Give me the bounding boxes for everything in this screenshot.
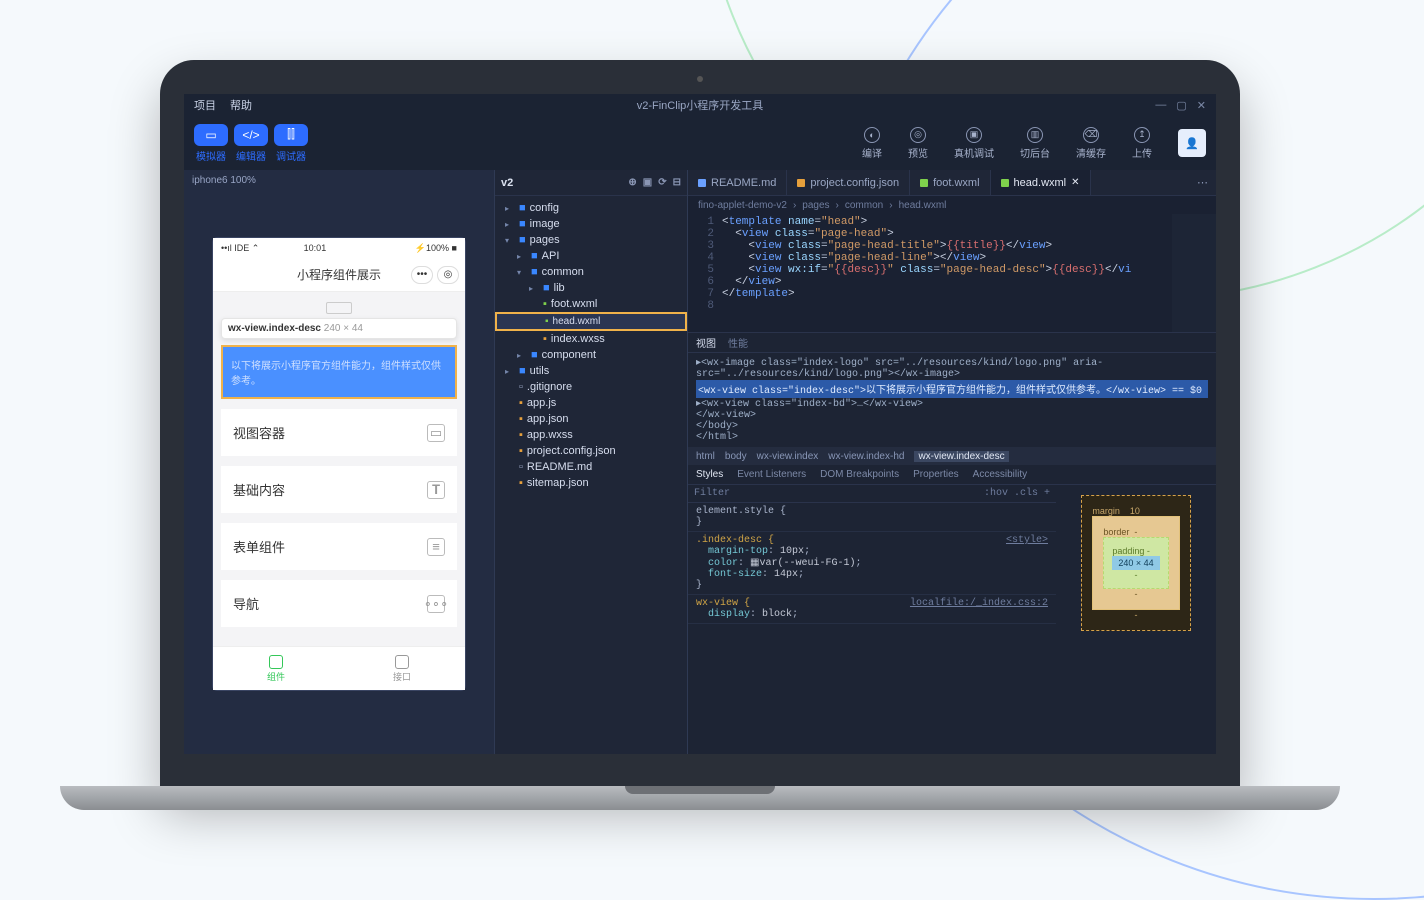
action-compile[interactable]: ◐编译 bbox=[862, 127, 882, 160]
dom-crumb[interactable]: wx-view.index bbox=[757, 451, 819, 462]
add-rule-icon[interactable]: + bbox=[1044, 488, 1050, 499]
menubar: 项目 帮助 v2-FinClip小程序开发工具 — ▢ ✕ bbox=[184, 94, 1216, 116]
explorer-root: v2 bbox=[501, 177, 513, 189]
tree-node[interactable]: ▾■ pages bbox=[495, 232, 687, 248]
editor-tab[interactable]: foot.wxml bbox=[910, 170, 990, 195]
dom-crumb[interactable]: body bbox=[725, 451, 747, 462]
refresh-icon[interactable]: ⟳ bbox=[658, 177, 666, 188]
tree-node[interactable]: ▸■ utils bbox=[495, 363, 687, 379]
devtools: 视图 性能 ▸<wx-image class="index-logo" src=… bbox=[688, 332, 1216, 754]
breadcrumb: fino-applet-demo-v2 › pages › common › h… bbox=[688, 196, 1216, 214]
editor-tab[interactable]: project.config.json bbox=[787, 170, 910, 195]
preview-card[interactable]: 表单组件≡ bbox=[221, 523, 457, 570]
tree-node[interactable]: ▫ .gitignore bbox=[495, 379, 687, 395]
tree-node[interactable]: ▪ foot.wxml bbox=[495, 296, 687, 312]
tree-node[interactable]: ▪ app.wxss bbox=[495, 427, 687, 443]
styles-filter[interactable]: Filter bbox=[694, 488, 730, 499]
capsule-menu-icon[interactable]: ••• bbox=[411, 266, 433, 284]
crumb[interactable]: common bbox=[845, 200, 883, 211]
tree-node[interactable]: ▸■ component bbox=[495, 347, 687, 363]
devtools-subtab[interactable]: Event Listeners bbox=[737, 469, 806, 480]
tree-node[interactable]: ▸■ config bbox=[495, 200, 687, 216]
dom-crumb[interactable]: wx-view.index-hd bbox=[828, 451, 904, 462]
tabs-more-icon[interactable]: ⋯ bbox=[1189, 170, 1216, 195]
laptop-frame: 项目 帮助 v2-FinClip小程序开发工具 — ▢ ✕ ▭模拟器 </>编辑… bbox=[160, 60, 1240, 790]
phone-preview: ••ıl IDE ⌃ 10:01 ⚡100% ■ 小程序组件展示 ••• ◎ w… bbox=[213, 238, 465, 690]
devtools-subtabs: Styles Event Listeners DOM Breakpoints Prop… bbox=[688, 465, 1216, 485]
avatar[interactable]: 👤 bbox=[1178, 129, 1206, 157]
tree-node[interactable]: ▪ index.wxss bbox=[495, 331, 687, 347]
editor-tab[interactable]: README.md bbox=[688, 170, 787, 195]
editor-tabs: README.md project.config.json foot.wxml … bbox=[688, 170, 1216, 196]
tree-node[interactable]: ▸■ lib bbox=[495, 280, 687, 296]
dom-crumb[interactable]: html bbox=[696, 451, 715, 462]
minimize-icon[interactable]: — bbox=[1155, 99, 1166, 112]
tree-node[interactable]: ▾■ common bbox=[495, 264, 687, 280]
devtools-subtab[interactable]: Styles bbox=[696, 469, 723, 480]
devtab-perf[interactable]: 性能 bbox=[728, 335, 748, 350]
tree-node[interactable]: ▪ project.config.json bbox=[495, 443, 687, 459]
action-upload[interactable]: ↥上传 bbox=[1132, 127, 1152, 160]
styles-panel[interactable]: Filter :hov .cls + element.style {} <sty… bbox=[688, 485, 1056, 754]
editor-tab[interactable]: head.wxml✕ bbox=[991, 170, 1091, 195]
tree-node[interactable]: ▪ app.js bbox=[495, 395, 687, 411]
phone-tab-component[interactable]: 组件 bbox=[213, 647, 339, 690]
crumb[interactable]: pages bbox=[802, 200, 829, 211]
minimap[interactable] bbox=[1172, 214, 1216, 332]
mode-debugger[interactable]: ⫿⫿调试器 bbox=[274, 124, 308, 163]
dom-breadcrumb: html body wx-view.index wx-view.index-hd wx-… bbox=[688, 447, 1216, 465]
mode-simulator[interactable]: ▭模拟器 bbox=[194, 124, 228, 163]
phone-navbar: 小程序组件展示 ••• ◎ bbox=[213, 258, 465, 292]
close-icon[interactable]: ✕ bbox=[1197, 99, 1206, 112]
phone-tab-api[interactable]: 接口 bbox=[339, 647, 465, 690]
preview-card[interactable]: 导航∘∘∘ bbox=[221, 580, 457, 627]
menu-help[interactable]: 帮助 bbox=[230, 97, 252, 113]
preview-card[interactable]: 视图容器▭ bbox=[221, 409, 457, 456]
devtools-subtab[interactable]: Properties bbox=[913, 469, 959, 480]
simulator-pane: iphone6 100% ••ıl IDE ⌃ 10:01 ⚡100% ■ 小程… bbox=[184, 170, 494, 754]
box-model: margin 10 border - padding - 240 × 44 - … bbox=[1056, 485, 1216, 754]
tree-node[interactable]: ▪ head.wxml bbox=[495, 312, 687, 331]
new-file-icon[interactable]: ⊕ bbox=[628, 177, 636, 188]
devtools-subtab[interactable]: Accessibility bbox=[973, 469, 1027, 480]
tree-node[interactable]: ▸■ image bbox=[495, 216, 687, 232]
devtab-view[interactable]: 视图 bbox=[696, 335, 716, 350]
tab-close-icon[interactable]: ✕ bbox=[1071, 177, 1079, 188]
ide-window: 项目 帮助 v2-FinClip小程序开发工具 — ▢ ✕ ▭模拟器 </>编辑… bbox=[184, 94, 1216, 754]
inspect-tooltip: wx-view.index-desc 240 × 44 bbox=[221, 318, 457, 339]
crumb[interactable]: head.wxml bbox=[899, 200, 947, 211]
dom-tree[interactable]: ▸<wx-image class="index-logo" src="../re… bbox=[688, 353, 1216, 447]
hov-toggle[interactable]: :hov bbox=[984, 488, 1008, 499]
simulator-status: iphone6 100% bbox=[184, 170, 494, 190]
crumb[interactable]: fino-applet-demo-v2 bbox=[698, 200, 787, 211]
maximize-icon[interactable]: ▢ bbox=[1176, 99, 1186, 112]
action-clear-cache[interactable]: ⌫清缓存 bbox=[1076, 127, 1106, 160]
code-editor[interactable]: 1<template name="head">2 <view class="pa… bbox=[688, 214, 1216, 332]
tree-node[interactable]: ▪ sitemap.json bbox=[495, 475, 687, 491]
menu-project[interactable]: 项目 bbox=[194, 97, 216, 113]
highlighted-element: 以下将展示小程序官方组件能力，组件样式仅供参考。 bbox=[221, 345, 457, 399]
tree-node[interactable]: ▪ app.json bbox=[495, 411, 687, 427]
capsule-close-icon[interactable]: ◎ bbox=[437, 266, 459, 284]
devtools-subtab[interactable]: DOM Breakpoints bbox=[820, 469, 899, 480]
file-explorer: v2 ⊕ ▣ ⟳ ⊟ ▸■ config ▸■ image ▾■ pages ▸… bbox=[494, 170, 688, 754]
action-preview[interactable]: ◎预览 bbox=[908, 127, 928, 160]
action-remote-debug[interactable]: ▣真机调试 bbox=[954, 127, 994, 160]
cls-toggle[interactable]: .cls bbox=[1014, 488, 1038, 499]
laptop-base bbox=[60, 786, 1340, 810]
mode-editor[interactable]: </>编辑器 bbox=[234, 124, 268, 163]
phone-title: 小程序组件展示 bbox=[297, 266, 381, 283]
collapse-icon[interactable]: ⊟ bbox=[673, 177, 681, 188]
toolbar: ▭模拟器 </>编辑器 ⫿⫿调试器 ◐编译 ◎预览 ▣真机调试 ▥切后台 ⌫清缓… bbox=[184, 116, 1216, 170]
window-title: v2-FinClip小程序开发工具 bbox=[637, 97, 764, 113]
dom-selected-node[interactable]: <wx-view class="index-desc">以下将展示小程序官方组件… bbox=[696, 380, 1208, 398]
phone-statusbar: ••ıl IDE ⌃ 10:01 ⚡100% ■ bbox=[213, 238, 465, 258]
new-folder-icon[interactable]: ▣ bbox=[643, 177, 652, 188]
preview-card[interactable]: 基础内容𝐓 bbox=[221, 466, 457, 513]
dom-crumb[interactable]: wx-view.index-desc bbox=[914, 451, 1008, 462]
tree-node[interactable]: ▫ README.md bbox=[495, 459, 687, 475]
logo-placeholder bbox=[326, 302, 352, 314]
action-background[interactable]: ▥切后台 bbox=[1020, 127, 1050, 160]
tree-node[interactable]: ▸■ API bbox=[495, 248, 687, 264]
